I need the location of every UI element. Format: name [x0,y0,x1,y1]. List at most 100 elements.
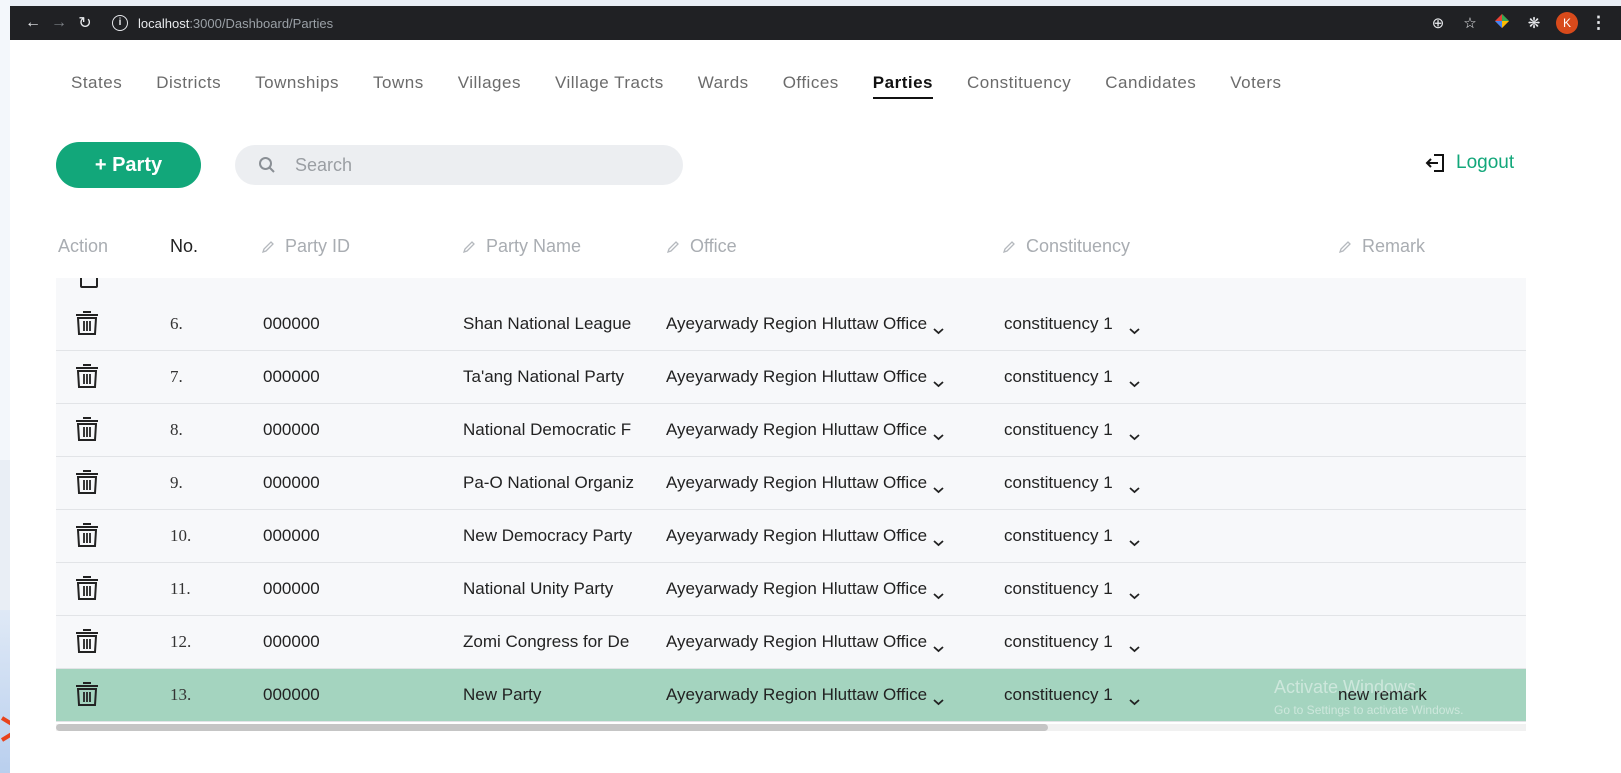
tab-constituency[interactable]: Constituency [967,73,1071,99]
constituency-select[interactable]: constituency 1 [1004,669,1140,721]
tab-towns[interactable]: Towns [373,73,424,99]
office-select[interactable]: Ayeyarwady Region Hluttaw Office [666,616,944,668]
constituency-select[interactable]: constituency 1 [1004,616,1140,668]
table-row[interactable]: 9. 000000 Pa-O National Organiz Ayeyarwady … [56,457,1526,510]
tab-districts[interactable]: Districts [156,73,221,99]
office-value: Ayeyarwady Region Hluttaw Office [666,526,928,545]
delete-button[interactable] [74,563,104,615]
tab-townships[interactable]: Townships [255,73,339,99]
tab-parties[interactable]: Parties [872,73,933,99]
constituency-select[interactable]: constituency 1 [1004,563,1140,615]
office-value: Ayeyarwady Region Hluttaw Office [666,420,928,439]
tab-wards[interactable]: Wards [698,73,749,99]
col-office-label: Office [690,236,737,256]
table-row[interactable]: 6. 000000 Shan National League Ayeyarwady R… [56,298,1526,351]
tab-candidates[interactable]: Candidates [1105,73,1196,99]
party-name-cell[interactable]: New Democracy Party [463,510,638,562]
delete-button[interactable] [74,404,104,456]
trash-icon [74,308,100,341]
office-select[interactable]: Ayeyarwady Region Hluttaw Office [666,510,944,562]
row-number: 13. [170,685,192,704]
party-id-cell[interactable]: 000000 [263,510,320,562]
site-info-icon[interactable]: i [112,15,128,31]
tab-states[interactable]: States [71,73,122,99]
party-name-cell[interactable]: Zomi Congress for De [463,616,638,668]
row-number: 11. [170,579,191,598]
office-select[interactable]: Ayeyarwady Region Hluttaw Office [666,669,944,721]
tab-offices[interactable]: Offices [783,73,839,99]
url-path: :3000/Dashboard/Parties [189,15,334,31]
zoom-icon[interactable]: ⊕ [1428,14,1448,32]
reload-icon[interactable]: ↻ [72,13,98,33]
office-select[interactable]: Ayeyarwady Region Hluttaw Office [666,404,944,456]
delete-button[interactable] [74,298,104,350]
col-party-id[interactable]: Party ID [261,236,350,257]
party-id-cell[interactable]: 000000 [263,616,320,668]
col-party-name[interactable]: Party Name [462,236,581,257]
tab-villages[interactable]: Villages [458,73,521,99]
party-id-cell[interactable]: 000000 [263,351,320,403]
party-id-cell[interactable]: 000000 [263,457,320,509]
delete-button[interactable] [74,351,104,403]
constituency-select[interactable]: constituency 1 [1004,510,1140,562]
table-row[interactable]: 8. 000000 National Democratic F Ayeyarwady … [56,404,1526,457]
trash-icon [74,679,100,712]
party-id-cell[interactable]: 000000 [263,404,320,456]
tab-voters[interactable]: Voters [1230,73,1281,99]
col-constituency-label: Constituency [1026,236,1131,256]
delete-button[interactable] [74,510,104,562]
table-row[interactable]: 7. 000000 Ta'ang National Party Ayeyarwady … [56,351,1526,404]
extensions-puzzle-icon[interactable]: ❋ [1524,14,1544,32]
party-name-cell[interactable]: National Democratic F [463,404,638,456]
profile-avatar[interactable]: K [1556,12,1578,34]
party-name-cell[interactable]: New Party [463,669,638,721]
constituency-select[interactable]: constituency 1 [1004,404,1140,456]
horizontal-scrollbar[interactable] [56,724,1526,731]
bookmark-star-icon[interactable]: ☆ [1460,14,1480,32]
trash-icon [80,278,98,288]
delete-button[interactable] [74,616,104,668]
table-body[interactable]: 6. 000000 Shan National League Ayeyarwady R… [56,278,1526,725]
party-id-cell[interactable]: 000000 [263,563,320,615]
search-input[interactable] [293,153,677,177]
table-row[interactable]: 10. 000000 New Democracy Party Ayeyarwady R… [56,510,1526,563]
delete-button[interactable] [74,457,104,509]
forward-icon[interactable]: → [46,14,72,32]
constituency-select[interactable]: constituency 1 [1004,457,1140,509]
party-id-cell[interactable]: 000000 [263,669,320,721]
scrollbar-thumb[interactable] [56,724,1048,731]
party-name-cell[interactable]: Pa-O National Organiz [463,457,638,509]
col-office[interactable]: Office [666,236,737,257]
col-constituency[interactable]: Constituency [1002,236,1130,257]
table-row-partial [56,278,1526,299]
add-party-button[interactable]: + Party [56,142,201,188]
office-select[interactable]: Ayeyarwady Region Hluttaw Office [666,457,944,509]
office-select[interactable]: Ayeyarwady Region Hluttaw Office [666,563,944,615]
constituency-select[interactable]: constituency 1 [1004,351,1140,403]
table-row[interactable]: 12. 000000 Zomi Congress for De Ayeyarwady … [56,616,1526,669]
address-bar[interactable]: i localhost:3000/Dashboard/Parties [112,15,333,31]
row-number: 9. [170,473,183,492]
extension-color-icon[interactable] [1492,13,1512,33]
party-id-cell[interactable]: 000000 [263,298,320,350]
office-select[interactable]: Ayeyarwady Region Hluttaw Office [666,351,944,403]
remark-cell[interactable]: new remark [1338,669,1427,721]
logout-button[interactable]: Logout [1424,152,1514,174]
constituency-value: constituency 1 [1004,420,1113,439]
delete-button[interactable] [74,669,104,721]
constituency-value: constituency 1 [1004,526,1113,545]
tab-village-tracts[interactable]: Village Tracts [555,73,664,99]
back-icon[interactable]: ← [20,14,46,32]
table-row[interactable]: 13. 000000 New Party Ayeyarwady Region Hlut… [56,669,1526,722]
party-name-cell[interactable]: Shan National League [463,298,638,350]
office-select[interactable]: Ayeyarwady Region Hluttaw Office [666,298,944,350]
party-name-cell[interactable]: National Unity Party [463,563,638,615]
trash-icon [74,573,100,606]
constituency-value: constituency 1 [1004,367,1113,386]
party-name-cell[interactable]: Ta'ang National Party [463,351,638,403]
col-remark[interactable]: Remark [1338,236,1425,257]
table-row[interactable]: 11. 000000 National Unity Party Ayeyarwady … [56,563,1526,616]
browser-menu-icon[interactable]: ⋮ [1590,13,1607,33]
chevron-down-icon [1129,532,1140,547]
constituency-select[interactable]: constituency 1 [1004,298,1140,350]
